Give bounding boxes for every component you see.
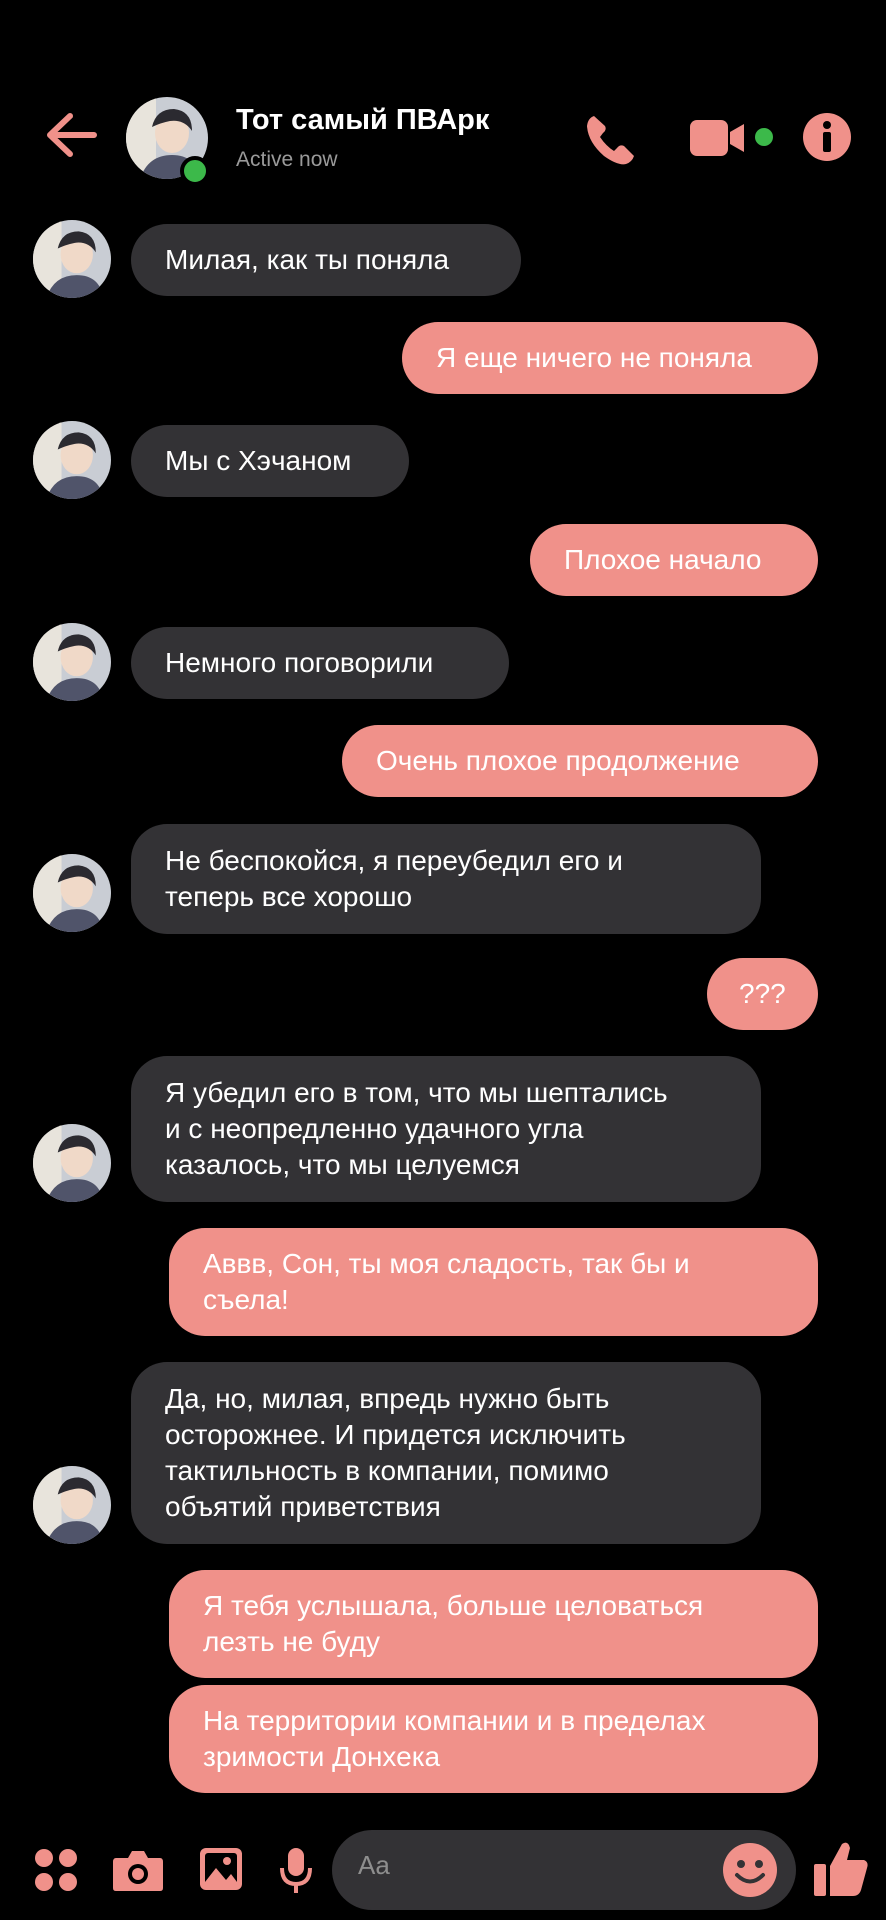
chat-header: Тот самый ПВАрк Active now bbox=[0, 0, 886, 210]
video-active-indicator bbox=[755, 128, 773, 146]
message-outgoing[interactable]: Я еще ничего не поняла bbox=[402, 322, 818, 394]
message-incoming[interactable]: Немного поговорили bbox=[131, 627, 509, 699]
camera-icon[interactable] bbox=[112, 1848, 164, 1897]
contact-name[interactable]: Тот самый ПВАрк bbox=[236, 104, 489, 137]
contact-status: Active now bbox=[236, 148, 338, 171]
message-outgoing[interactable]: ??? bbox=[707, 958, 818, 1030]
message-outgoing[interactable]: Я тебя услышала, больше целоваться лезть… bbox=[169, 1570, 818, 1678]
message-incoming[interactable]: Не беспокойся, я переубедил его и теперь… bbox=[131, 824, 761, 934]
message-incoming[interactable]: Мы с Хэчаном bbox=[131, 425, 409, 497]
sender-avatar[interactable] bbox=[33, 421, 111, 499]
sender-avatar[interactable] bbox=[33, 1124, 111, 1202]
message-outgoing[interactable]: Плохое начало bbox=[530, 524, 818, 596]
microphone-icon[interactable] bbox=[278, 1846, 314, 1901]
message-incoming[interactable]: Да, но, милая, впредь нужно быть осторож… bbox=[131, 1362, 761, 1544]
message-outgoing[interactable]: Аввв, Сон, ты моя сладость, так бы и съе… bbox=[169, 1228, 818, 1336]
message-incoming[interactable]: Я убедил его в том, что мы шептались и с… bbox=[131, 1056, 761, 1202]
message-input-placeholder: Aa bbox=[358, 1850, 390, 1880]
four-dots-icon[interactable] bbox=[34, 1848, 78, 1897]
message-outgoing[interactable]: На территории компании и в пределах зрим… bbox=[169, 1685, 818, 1793]
thumbs-up-icon[interactable] bbox=[812, 1838, 870, 1903]
video-camera-icon[interactable] bbox=[688, 118, 748, 158]
message-outgoing[interactable]: Очень плохое продолжение bbox=[342, 725, 818, 797]
phone-icon[interactable] bbox=[580, 110, 640, 170]
message-incoming[interactable]: Милая, как ты поняла bbox=[131, 224, 521, 296]
sender-avatar[interactable] bbox=[33, 854, 111, 932]
sender-avatar[interactable] bbox=[33, 623, 111, 701]
online-indicator bbox=[180, 156, 210, 186]
info-icon[interactable] bbox=[802, 112, 852, 162]
sender-avatar[interactable] bbox=[33, 220, 111, 298]
smiley-icon[interactable] bbox=[722, 1842, 778, 1903]
sender-avatar[interactable] bbox=[33, 1466, 111, 1544]
arrow-left-icon[interactable] bbox=[40, 110, 100, 160]
image-icon[interactable] bbox=[198, 1846, 244, 1897]
